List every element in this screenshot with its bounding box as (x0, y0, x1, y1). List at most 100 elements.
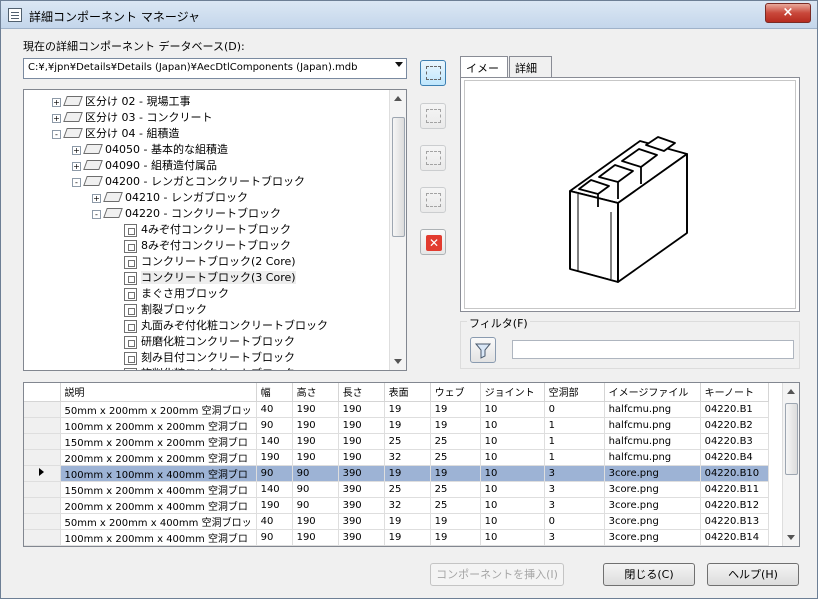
filter-button[interactable] (470, 337, 496, 363)
grid-scroll-thumb[interactable] (785, 403, 798, 475)
table-cell[interactable]: 90 (256, 529, 293, 546)
table-cell[interactable]: 3 (544, 529, 605, 546)
tree-item[interactable]: +04210 - レンガブロック (92, 190, 248, 205)
component-grid[interactable]: 説明幅高さ 長さ 表面 ウェブ ジョイント 空洞部 イメージファイル キーノート 50mm x … (23, 382, 800, 547)
tree-item[interactable]: - 04220 - コンクリートブロック (92, 206, 281, 221)
table-row[interactable]: 50mm x 200mm x 200mm 空洞ブロッ 40 190 190 19 19 10… (24, 401, 769, 418)
tree-item[interactable]: コンクリートブロック(3 Core) (124, 270, 296, 285)
tree-item[interactable]: - 区分け 04 - 組積造 (52, 126, 179, 141)
table-cell[interactable]: 50mm x 200mm x 200mm 空洞ブロッ (60, 401, 257, 418)
expand-icon[interactable]: + (72, 161, 81, 171)
column-header[interactable]: ジョイント (480, 383, 545, 402)
column-header[interactable]: イメージファイル (604, 383, 701, 402)
table-cell[interactable]: 200mm x 200mm x 400mm 空洞ブロ (60, 497, 257, 514)
table-cell[interactable]: 150mm x 200mm x 400mm 空洞ブロ (60, 481, 257, 498)
table-cell[interactable]: 19 (384, 529, 431, 546)
row-header[interactable] (24, 417, 61, 434)
table-cell[interactable]: 10 (480, 481, 545, 498)
tree-vertical-scrollbar[interactable] (389, 90, 406, 370)
table-cell[interactable]: halfcmu.png (604, 417, 701, 434)
table-cell[interactable]: 40 (256, 513, 293, 530)
table-cell[interactable]: 1 (544, 433, 605, 450)
table-cell[interactable]: 04220.B2 (700, 417, 769, 434)
table-cell[interactable]: 3core.png (604, 529, 701, 546)
table-cell[interactable]: 10 (480, 433, 545, 450)
column-header[interactable]: 幅 (256, 383, 293, 402)
expand-icon[interactable]: + (92, 193, 101, 203)
table-cell[interactable]: 0 (544, 401, 605, 418)
chevron-down-icon[interactable] (395, 62, 403, 67)
edit-database-button[interactable] (420, 60, 446, 86)
grid-scroll-down-icon[interactable] (787, 535, 795, 540)
database-combobox[interactable]: C:¥,¥jpn¥Details¥Details (Japan)¥AecDtlC… (23, 58, 407, 79)
column-header[interactable]: 長さ (338, 383, 385, 402)
table-cell[interactable]: 10 (480, 401, 545, 418)
table-cell[interactable]: 10 (480, 417, 545, 434)
edit-component-button[interactable] (420, 187, 446, 213)
table-cell[interactable]: 32 (384, 497, 431, 514)
table-cell[interactable]: 10 (480, 449, 545, 466)
table-cell[interactable]: 100mm x 200mm x 200mm 空洞ブロ (60, 417, 257, 434)
column-header[interactable]: 説明 (60, 383, 257, 402)
column-header[interactable]: ウェブ (430, 383, 481, 402)
table-cell[interactable]: 390 (338, 465, 385, 482)
table-cell[interactable]: 32 (384, 449, 431, 466)
filter-input[interactable] (512, 340, 794, 359)
table-cell[interactable]: 19 (384, 401, 431, 418)
tree-item[interactable]: 割裂ブロック (124, 302, 207, 317)
row-header[interactable] (24, 513, 61, 530)
tree-item[interactable]: +04050 - 基本的な組積造 (72, 142, 228, 157)
table-cell[interactable]: halfcmu.png (604, 449, 701, 466)
table-cell[interactable]: 390 (338, 497, 385, 514)
expand-icon[interactable]: + (72, 145, 81, 155)
table-cell[interactable]: 04220.B13 (700, 513, 769, 530)
table-cell[interactable]: 25 (430, 449, 481, 466)
table-row[interactable]: 100mm x 200mm x 400mm 空洞ブロ 90 190 390 19 19 10… (24, 529, 769, 546)
table-cell[interactable]: 100mm x 100mm x 400mm 空洞ブロ (60, 465, 257, 482)
table-cell[interactable]: 190 (338, 401, 385, 418)
table-cell[interactable]: halfcmu.png (604, 401, 701, 418)
table-cell[interactable]: 1 (544, 417, 605, 434)
table-row[interactable]: 100mm x 200mm x 200mm 空洞ブロ 90 190 190 19 19 10… (24, 417, 769, 434)
table-cell[interactable]: 3core.png (604, 497, 701, 514)
scroll-down-icon[interactable] (394, 359, 402, 364)
table-cell[interactable]: 3core.png (604, 481, 701, 498)
table-cell[interactable]: 3core.png (604, 465, 701, 482)
table-cell[interactable]: 190 (292, 449, 339, 466)
open-folder-button[interactable] (420, 103, 446, 129)
tree-item[interactable]: + 区分け 02 - 現場工事 (52, 94, 190, 109)
table-cell[interactable]: 04220.B11 (700, 481, 769, 498)
table-cell[interactable]: 04220.B3 (700, 433, 769, 450)
tree-item[interactable]: コンクリートブロック(2 Core) (124, 254, 296, 269)
table-cell[interactable]: 90 (256, 417, 293, 434)
table-cell[interactable]: 90 (292, 481, 339, 498)
table-row[interactable]: 50mm x 200mm x 400mm 空洞ブロッ 40 190 390 19 19 10… (24, 513, 769, 530)
table-cell[interactable]: 19 (430, 465, 481, 482)
table-row[interactable]: 150mm x 200mm x 200mm 空洞ブロ 140 190 190 25 25 1… (24, 433, 769, 450)
tree-scroll-thumb[interactable] (392, 117, 405, 237)
row-header[interactable] (24, 449, 61, 466)
row-header[interactable] (24, 401, 61, 418)
table-cell[interactable]: 390 (338, 529, 385, 546)
table-cell[interactable]: 1 (544, 449, 605, 466)
table-cell[interactable]: 190 (292, 513, 339, 530)
grid-vertical-scrollbar[interactable] (782, 383, 799, 546)
table-cell[interactable]: 190 (338, 449, 385, 466)
table-cell[interactable]: 10 (480, 497, 545, 514)
table-cell[interactable]: 19 (384, 417, 431, 434)
table-cell[interactable]: 04220.B14 (700, 529, 769, 546)
table-cell[interactable]: 25 (384, 433, 431, 450)
table-cell[interactable]: 3core.png (604, 513, 701, 530)
table-cell[interactable]: 90 (292, 497, 339, 514)
table-cell[interactable]: 190 (292, 417, 339, 434)
table-cell[interactable]: 190 (338, 433, 385, 450)
table-cell[interactable]: 0 (544, 513, 605, 530)
table-cell[interactable]: 19 (430, 417, 481, 434)
table-cell[interactable]: 19 (430, 401, 481, 418)
insert-component-button[interactable]: コンポーネントを挿入(I) (430, 563, 564, 586)
tree-item[interactable]: まぐさ用ブロック (124, 286, 229, 301)
title-bar[interactable]: 詳細コンポーネント マネージャ × (1, 1, 817, 29)
table-cell[interactable]: 190 (292, 529, 339, 546)
tree-item[interactable]: 4みぞ付コンクリートブロック (124, 222, 291, 237)
delete-button[interactable]: ✕ (420, 229, 446, 255)
